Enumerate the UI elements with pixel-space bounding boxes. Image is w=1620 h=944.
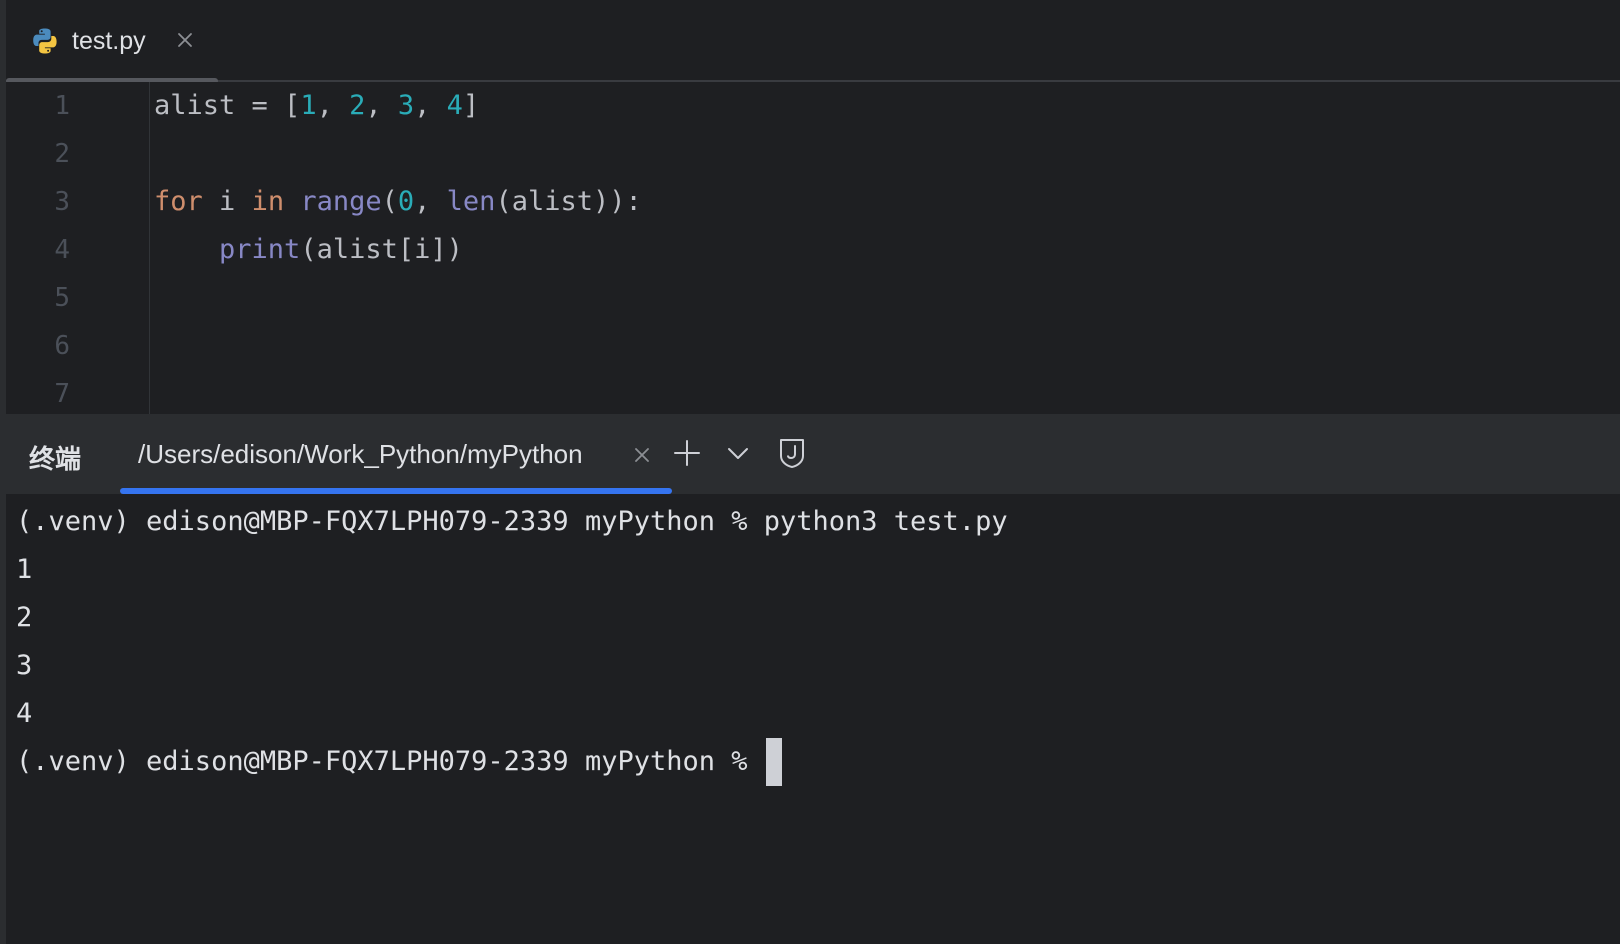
code-token: 1 — [300, 90, 317, 121]
editor-tab-bar: test.py — [6, 0, 1620, 84]
terminal-line: 3 — [16, 650, 33, 681]
code-token: , — [414, 90, 447, 121]
shield-j-icon[interactable] — [778, 437, 806, 474]
code-token: 2 — [349, 90, 366, 121]
python-file-icon — [31, 27, 59, 55]
code-token: i — [202, 186, 252, 217]
code-token: range — [300, 186, 382, 217]
code-token: (alist[i]) — [300, 234, 463, 265]
line-number: 5 — [54, 283, 70, 313]
code-token: = [ — [235, 90, 301, 121]
code-token: 0 — [397, 186, 415, 217]
terminal-line: 1 — [16, 554, 33, 585]
line-number: 7 — [54, 379, 70, 409]
code-token: in — [251, 186, 285, 217]
line-number: 1 — [54, 91, 70, 121]
code-token: len — [446, 186, 496, 217]
code-token: , — [414, 186, 447, 217]
terminal-header: 终端 /Users/edison/Work_Python/myPython — [6, 414, 1620, 494]
code-token: print — [219, 234, 301, 265]
line-number: 4 — [54, 235, 70, 265]
code-line-4: print(alist[i]) — [154, 226, 463, 274]
terminal-output[interactable]: (.venv) edison@MBP-FQX7LPH079-2339 myPyt… — [6, 494, 1620, 944]
code-token: (alist)): — [495, 186, 642, 217]
terminal-tab-label: /Users/edison/Work_Python/myPython — [138, 439, 583, 469]
terminal-cursor — [765, 738, 782, 786]
terminal-title: 终端 — [29, 444, 82, 474]
line-number: 6 — [54, 331, 70, 361]
code-token: ] — [462, 90, 480, 121]
editor-tab-label: test.py — [72, 27, 146, 55]
new-terminal-plus-icon[interactable] — [672, 438, 702, 473]
code-token: 3 — [397, 90, 415, 121]
code-token: 4 — [446, 90, 463, 121]
code-token: for — [154, 186, 203, 217]
terminal-prompt: (.venv) edison@MBP-FQX7LPH079-2339 myPyt… — [16, 746, 764, 777]
terminal-prompt-line: (.venv) edison@MBP-FQX7LPH079-2339 myPyt… — [16, 738, 782, 786]
ide-window: test.py 1 2 3 4 5 6 7 alist = [1, 2, 3, … — [6, 0, 1620, 944]
line-number: 2 — [54, 139, 70, 169]
close-tab-icon[interactable] — [174, 29, 196, 51]
terminal-tab[interactable]: /Users/edison/Work_Python/myPython — [114, 414, 672, 494]
gutter-divider — [149, 82, 150, 414]
close-terminal-tab-icon[interactable] — [631, 444, 653, 466]
line-number: 3 — [54, 187, 70, 217]
code-token: alist — [154, 90, 236, 121]
code-token: ( — [381, 186, 398, 217]
terminal-line: 2 — [16, 602, 33, 633]
code-line-3: for i in range(0, len(alist)): — [154, 178, 642, 226]
line-number-gutter: 1 2 3 4 5 6 7 — [6, 82, 150, 414]
chevron-down-icon[interactable] — [725, 440, 751, 471]
terminal-line: 4 — [16, 698, 33, 729]
code-token: , — [316, 90, 350, 121]
terminal-line: (.venv) edison@MBP-FQX7LPH079-2339 myPyt… — [16, 506, 1008, 537]
code-token: , — [365, 90, 398, 121]
code-editor[interactable]: 1 2 3 4 5 6 7 alist = [1, 2, 3, 4] for i… — [6, 82, 1620, 414]
editor-tab-test-py[interactable]: test.py — [6, 0, 218, 84]
code-line-1: alist = [1, 2, 3, 4] — [154, 82, 479, 130]
